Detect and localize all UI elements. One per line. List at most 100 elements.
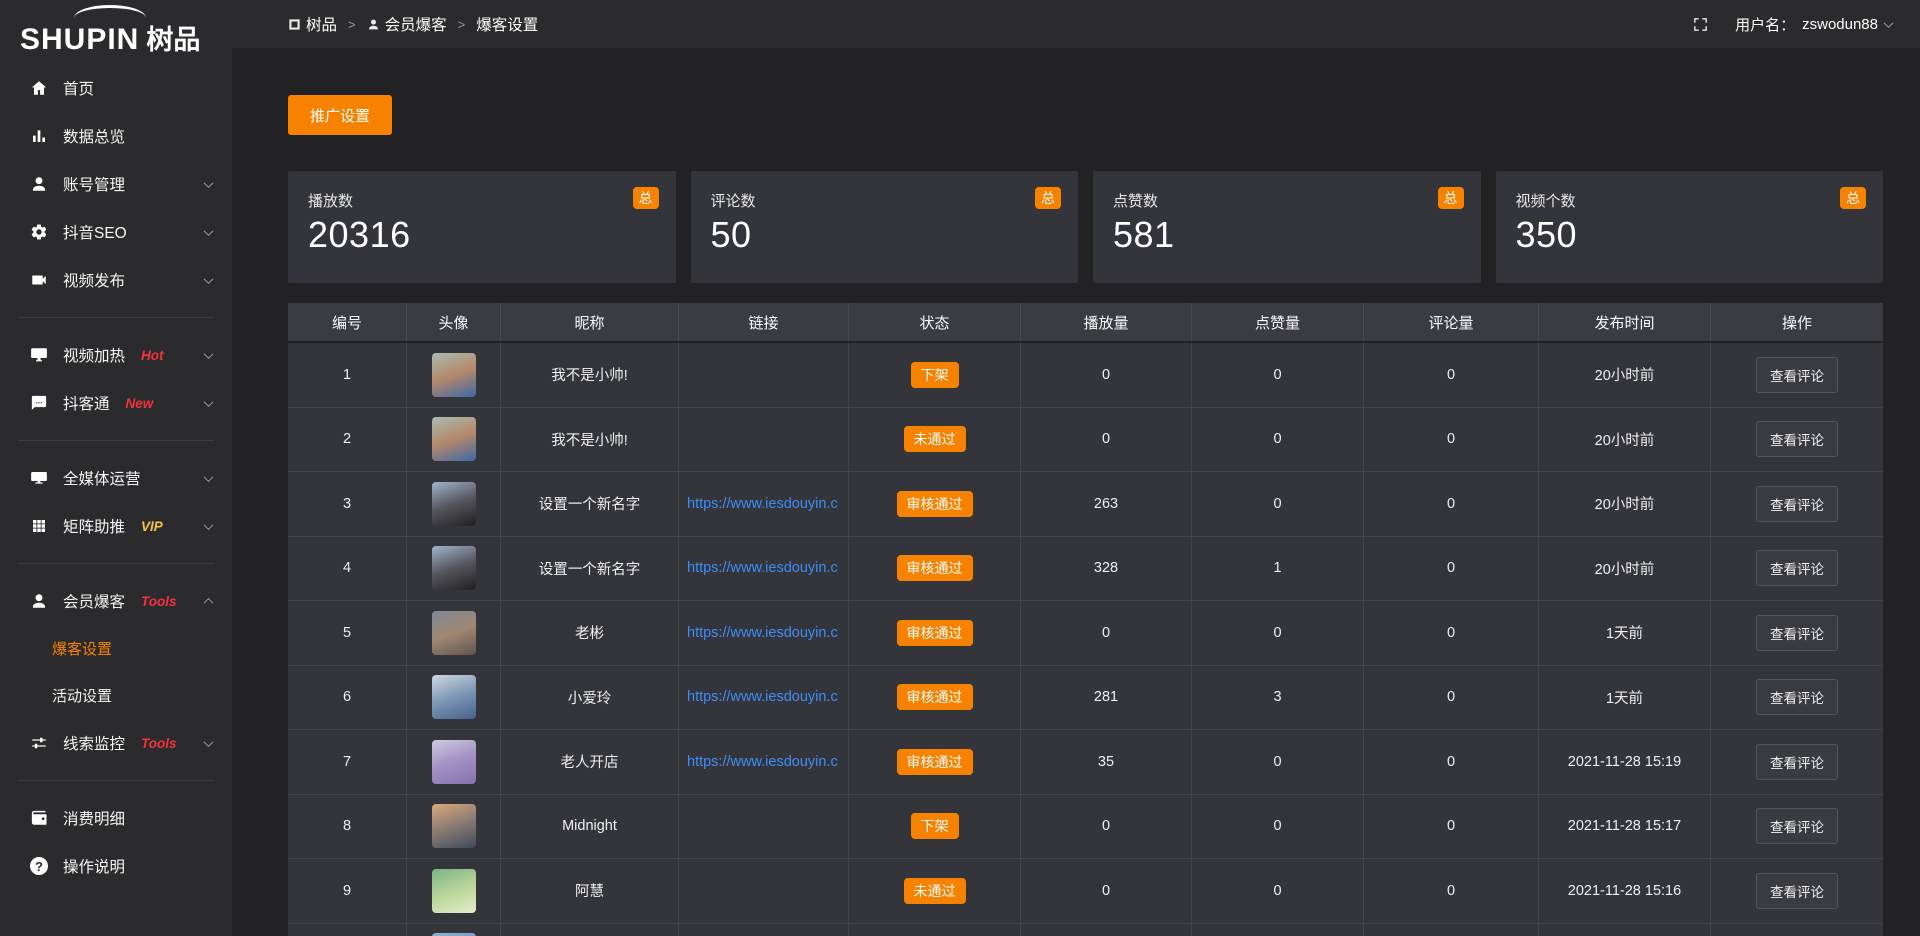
avatar xyxy=(432,869,476,913)
sidebar-item-douketong[interactable]: 抖客通New xyxy=(0,379,232,427)
cell-avatar xyxy=(407,537,501,601)
status-badge[interactable]: 未通过 xyxy=(904,878,966,904)
user-icon xyxy=(28,175,50,193)
user-icon xyxy=(367,18,380,31)
stat-total-badge: 总 xyxy=(1035,187,1061,209)
stat-label: 视频个数 xyxy=(1516,190,1864,211)
table-row xyxy=(288,924,1883,936)
username-value: zswodun88 xyxy=(1802,16,1878,33)
profile-link[interactable]: https://www.iesdouyin.c xyxy=(687,754,838,770)
column-header: 操作 xyxy=(1711,303,1883,341)
table-row: 1我不是小帅!下架00020小时前查看评论 xyxy=(288,343,1883,408)
cell-nickname: 设置一个新名字 xyxy=(501,472,679,536)
sidebar-item-clue-monitor[interactable]: 线索监控Tools xyxy=(0,719,232,767)
cell-avatar xyxy=(407,343,501,407)
cell-nickname xyxy=(501,924,679,936)
status-badge[interactable]: 审核通过 xyxy=(897,620,973,646)
fullscreen-icon[interactable] xyxy=(1692,16,1709,33)
cell-action: 查看评论 xyxy=(1711,472,1883,536)
topbar-right: 用户名： zswodun88 xyxy=(1692,14,1892,35)
sidebar-item-matrix-boost[interactable]: 矩阵助推VIP xyxy=(0,502,232,550)
view-comments-button[interactable]: 查看评论 xyxy=(1756,873,1838,909)
stat-card: 播放数总20316 xyxy=(288,171,676,283)
cell-time: 2021-11-28 15:19 xyxy=(1539,730,1711,794)
cell-number xyxy=(288,924,407,936)
breadcrumb-item-1[interactable]: 会员爆客 xyxy=(367,13,447,35)
cell-nickname: 老彬 xyxy=(501,601,679,665)
view-comments-button[interactable]: 查看评论 xyxy=(1756,357,1838,393)
stat-total-badge: 总 xyxy=(1438,187,1464,209)
sidebar-item-operation-guide[interactable]: ?操作说明 xyxy=(0,842,232,890)
table-row: 8Midnight下架0002021-11-28 15:17查看评论 xyxy=(288,795,1883,860)
promo-settings-button[interactable]: 推广设置 xyxy=(288,95,392,135)
sidebar-item-home[interactable]: 首页 xyxy=(0,64,232,112)
username-label: 用户名： xyxy=(1735,14,1795,35)
chevron-down-icon xyxy=(204,737,214,747)
breadcrumb-separator: > xyxy=(348,17,356,32)
sidebar-divider xyxy=(18,317,214,318)
chevron-down-icon xyxy=(204,520,214,530)
sidebar-item-media-operation[interactable]: 全媒体运营 xyxy=(0,454,232,502)
view-comments-button[interactable]: 查看评论 xyxy=(1756,808,1838,844)
view-comments-button[interactable]: 查看评论 xyxy=(1756,550,1838,586)
status-badge[interactable]: 下架 xyxy=(911,362,959,388)
user-menu[interactable]: 用户名： zswodun88 xyxy=(1735,14,1892,35)
cell-avatar xyxy=(407,859,501,923)
sidebar-subitem-activity-settings[interactable]: 活动设置 xyxy=(0,672,232,719)
home-icon xyxy=(28,79,50,97)
view-comments-button[interactable]: 查看评论 xyxy=(1756,744,1838,780)
status-badge[interactable]: 审核通过 xyxy=(897,555,973,581)
status-badge[interactable]: 审核通过 xyxy=(897,491,973,517)
cell-action: 查看评论 xyxy=(1711,601,1883,665)
stats-cards: 播放数总20316评论数总50点赞数总581视频个数总350 xyxy=(288,171,1883,283)
sidebar-item-tag: Tools xyxy=(141,736,177,751)
sidebar-item-data-overview[interactable]: 数据总览 xyxy=(0,112,232,160)
profile-link[interactable]: https://www.iesdouyin.c xyxy=(687,625,838,641)
cell-link: https://www.iesdouyin.c xyxy=(679,537,849,601)
view-comments-button[interactable]: 查看评论 xyxy=(1756,421,1838,457)
table-row: 7老人开店https://www.iesdouyin.c审核通过35002021… xyxy=(288,730,1883,795)
status-badge[interactable]: 下架 xyxy=(911,813,959,839)
view-comments-button[interactable]: 查看评论 xyxy=(1756,486,1838,522)
sidebar-divider xyxy=(18,563,214,564)
cell-time: 20小时前 xyxy=(1539,472,1711,536)
cell-comments: 0 xyxy=(1364,666,1539,730)
stat-total-badge: 总 xyxy=(1840,187,1866,209)
profile-link[interactable]: https://www.iesdouyin.c xyxy=(687,560,838,576)
sidebar-subitem-baoke-settings[interactable]: 爆客设置 xyxy=(0,625,232,672)
logo-arc-decoration xyxy=(74,5,146,18)
cell-status: 未通过 xyxy=(849,408,1021,472)
cell-time: 20小时前 xyxy=(1539,408,1711,472)
cell-avatar xyxy=(407,730,501,794)
cell-action: 查看评论 xyxy=(1711,666,1883,730)
sidebar-item-video-heat[interactable]: 视频加热Hot xyxy=(0,331,232,379)
cell-avatar xyxy=(407,601,501,665)
cell-status: 审核通过 xyxy=(849,730,1021,794)
cell-status: 下架 xyxy=(849,343,1021,407)
sidebar-item-account-management[interactable]: 账号管理 xyxy=(0,160,232,208)
view-comments-button[interactable]: 查看评论 xyxy=(1756,615,1838,651)
profile-link[interactable]: https://www.iesdouyin.c xyxy=(687,496,838,512)
profile-link[interactable]: https://www.iesdouyin.c xyxy=(687,689,838,705)
sidebar-item-video-publish[interactable]: 视频发布 xyxy=(0,256,232,304)
status-badge[interactable]: 审核通过 xyxy=(897,684,973,710)
cell-nickname: 老人开店 xyxy=(501,730,679,794)
sidebar-item-tag: VIP xyxy=(141,519,163,534)
view-comments-button[interactable]: 查看评论 xyxy=(1756,679,1838,715)
cell-time: 20小时前 xyxy=(1539,537,1711,601)
cell-comments: 0 xyxy=(1364,601,1539,665)
table-row: 3设置一个新名字https://www.iesdouyin.c审核通过26300… xyxy=(288,472,1883,537)
sidebar-item-consumption-detail[interactable]: 消费明细 xyxy=(0,794,232,842)
cell-action: 查看评论 xyxy=(1711,795,1883,859)
status-badge[interactable]: 审核通过 xyxy=(897,749,973,775)
main-area: 树品>会员爆客>爆客设置 用户名：zswodun88 推广设置 播放数总2031… xyxy=(232,0,1920,936)
cell-action: 查看评论 xyxy=(1711,343,1883,407)
cell-status: 审核通过 xyxy=(849,666,1021,730)
sidebar-item-member-baoke[interactable]: 会员爆客Tools xyxy=(0,577,232,625)
breadcrumb-separator: > xyxy=(458,17,466,32)
status-badge[interactable]: 未通过 xyxy=(904,426,966,452)
sidebar-item-douyin-seo[interactable]: 抖音SEO xyxy=(0,208,232,256)
breadcrumb-item-0[interactable]: 树品 xyxy=(288,13,337,35)
breadcrumb-label: 树品 xyxy=(306,13,337,35)
monitor-icon xyxy=(28,469,50,487)
